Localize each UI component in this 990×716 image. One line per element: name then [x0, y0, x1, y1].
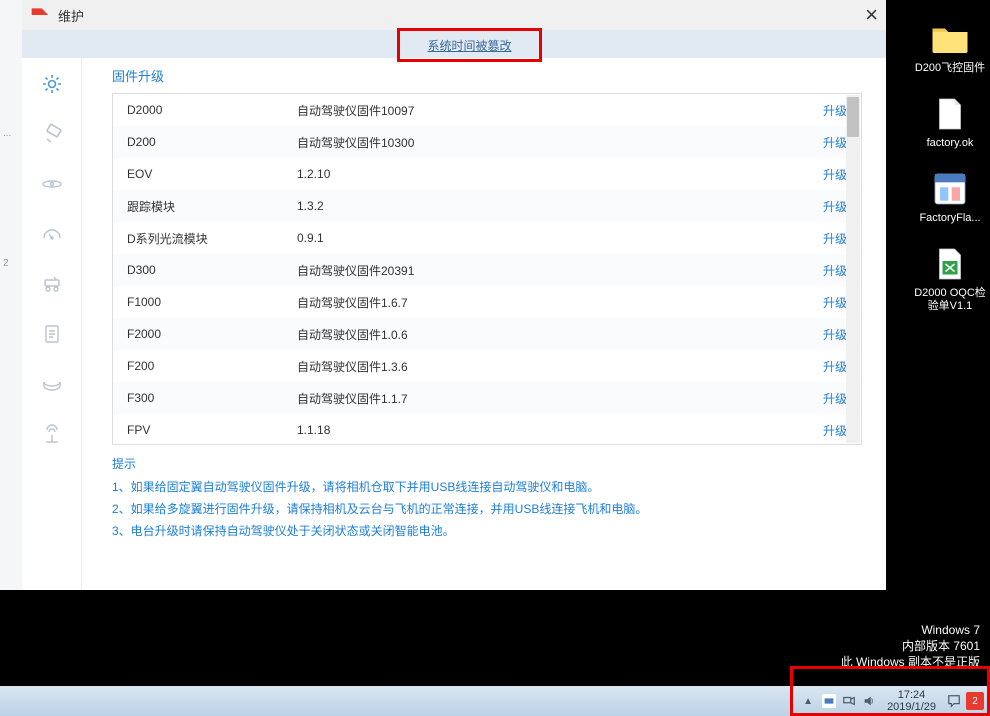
firmware-row: D200自动驾驶仪固件10300 升级 [113, 126, 861, 158]
file-icon [929, 93, 971, 135]
band-icon[interactable] [38, 370, 66, 398]
firmware-name: F300 [127, 391, 297, 405]
upgrade-link[interactable]: 升级 [823, 264, 847, 278]
tips-title: 提示 [112, 455, 862, 472]
scrollbar[interactable] [846, 95, 860, 443]
rover-icon[interactable] [38, 270, 66, 298]
antenna-icon[interactable] [38, 420, 66, 448]
upgrade-link[interactable]: 升级 [823, 200, 847, 214]
desktop-icon-file[interactable]: factory.ok [913, 93, 987, 150]
firmware-row: FPV1.1.18 升级 [113, 414, 861, 444]
firmware-version: 自动驾驶仪固件1.3.6 [297, 358, 797, 375]
upgrade-link[interactable]: 升级 [823, 296, 847, 310]
firmware-name: 跟踪模块 [127, 198, 297, 215]
firmware-name: F1000 [127, 295, 297, 309]
volume-icon[interactable] [861, 693, 877, 709]
notification-badge[interactable]: 2 [966, 692, 984, 710]
firmware-version: 0.9.1 [297, 231, 797, 245]
firmware-row: D300自动驾驶仪固件20391 升级 [113, 254, 861, 286]
desktop-icon-app[interactable]: FactoryFla... [913, 168, 987, 225]
titlebar: 维护 × [22, 0, 886, 30]
firmware-version: 自动驾驶仪固件10097 [297, 102, 797, 119]
upgrade-link[interactable]: 升级 [823, 104, 847, 118]
upgrade-link[interactable]: 升级 [823, 232, 847, 246]
firmware-row: EOV1.2.10 升级 [113, 158, 861, 190]
app-logo-icon [30, 5, 50, 25]
firmware-scroll[interactable]: D2000自动驾驶仪固件10097升级D200自动驾驶仪固件10300升级EOV… [113, 94, 861, 444]
close-button[interactable]: × [865, 2, 878, 28]
maintenance-window: 维护 × 系统时间被篡改 [22, 0, 886, 590]
firmware-name: D200 [127, 135, 297, 149]
tips-container: 1、如果给固定翼自动驾驶仪固件升级，请将相机仓取下并用USB线连接自动驾驶仪和电… [112, 476, 862, 542]
action-center-icon[interactable] [946, 693, 962, 709]
tip-line: 3、电台升级时请保持自动驾驶仪处于关闭状态或关闭智能电池。 [112, 520, 862, 542]
upgrade-link[interactable]: 升级 [823, 168, 847, 182]
upgrade-link[interactable]: 升级 [823, 424, 847, 438]
firmware-row: F1000自动驾驶仪固件1.6.7 升级 [113, 286, 861, 318]
firmware-row: D2000自动驾驶仪固件10097 升级 [113, 94, 861, 126]
taskbar: ▲ 17:24 2019/1/29 2 [0, 686, 990, 716]
section-title: 固件升级 [112, 66, 862, 85]
taskbar-clock[interactable]: 17:24 2019/1/29 [881, 689, 942, 713]
tray-app-icon[interactable] [821, 693, 837, 709]
desktop-icons: D200飞控固件 factory.ok FactoryFla... D2000 … [910, 18, 990, 313]
gear-icon[interactable] [38, 70, 66, 98]
spreadsheet-icon [929, 243, 971, 285]
firmware-version: 自动驾驶仪固件1.1.7 [297, 390, 797, 407]
firmware-version: 1.2.10 [297, 167, 797, 181]
time-warning-link[interactable]: 系统时间被篡改 [427, 37, 511, 54]
firmware-table: D2000自动驾驶仪固件10097升级D200自动驾驶仪固件10300升级EOV… [112, 93, 862, 445]
firmware-row: F300自动驾驶仪固件1.1.7 升级 [113, 382, 861, 414]
firmware-version: 1.1.18 [297, 423, 797, 437]
upgrade-link[interactable]: 升级 [823, 392, 847, 406]
background-window-slice: ... 2 [0, 0, 22, 590]
firmware-name: D300 [127, 263, 297, 277]
firmware-version: 自动驾驶仪固件10300 [297, 134, 797, 151]
firmware-name: EOV [127, 167, 297, 181]
tip-line: 1、如果给固定翼自动驾驶仪固件升级，请将相机仓取下并用USB线连接自动驾驶仪和电… [112, 476, 862, 498]
sidebar [22, 58, 82, 590]
time-warning-highlight: 系统时间被篡改 [397, 28, 542, 62]
upgrade-link[interactable]: 升级 [823, 136, 847, 150]
window-title: 维护 [58, 6, 84, 25]
firmware-row: F200自动驾驶仪固件1.3.6 升级 [113, 350, 861, 382]
firmware-name: D2000 [127, 103, 297, 117]
firmware-version: 1.3.2 [297, 199, 797, 213]
top-banner: 系统时间被篡改 [22, 30, 886, 58]
main-content: 固件升级 D2000自动驾驶仪固件10097升级D200自动驾驶仪固件10300… [82, 58, 886, 590]
firmware-name: FPV [127, 423, 297, 437]
upgrade-link[interactable]: 升级 [823, 328, 847, 342]
scrollbar-thumb[interactable] [847, 97, 859, 137]
gauge-icon[interactable] [38, 220, 66, 248]
propeller-icon[interactable] [38, 170, 66, 198]
firmware-version: 自动驾驶仪固件20391 [297, 262, 797, 279]
firmware-row: D系列光流模块0.9.1 升级 [113, 222, 861, 254]
windows-watermark: Windows 7 内部版本 7601 此 Windows 副本不是正版 [841, 622, 980, 670]
firmware-row: F2000自动驾驶仪固件1.0.6 升级 [113, 318, 861, 350]
eraser-icon[interactable] [38, 120, 66, 148]
firmware-version: 自动驾驶仪固件1.6.7 [297, 294, 797, 311]
firmware-name: D系列光流模块 [127, 230, 297, 247]
tray-expand-icon[interactable]: ▲ [803, 696, 813, 707]
desktop-icon-folder[interactable]: D200飞控固件 [913, 18, 987, 75]
document-icon[interactable] [38, 320, 66, 348]
app-icon [929, 168, 971, 210]
firmware-version: 自动驾驶仪固件1.0.6 [297, 326, 797, 343]
firmware-name: F200 [127, 359, 297, 373]
upgrade-link[interactable]: 升级 [823, 360, 847, 374]
firmware-row: 跟踪模块1.3.2 升级 [113, 190, 861, 222]
network-icon[interactable] [841, 693, 857, 709]
tip-line: 2、如果给多旋翼进行固件升级，请保持相机及云台与飞机的正常连接，并用USB线连接… [112, 498, 862, 520]
folder-icon [929, 18, 971, 60]
firmware-name: F2000 [127, 327, 297, 341]
body-area: 固件升级 D2000自动驾驶仪固件10097升级D200自动驾驶仪固件10300… [22, 58, 886, 590]
desktop-icon-xls[interactable]: D2000 OQC检验单V1.1 [913, 243, 987, 313]
